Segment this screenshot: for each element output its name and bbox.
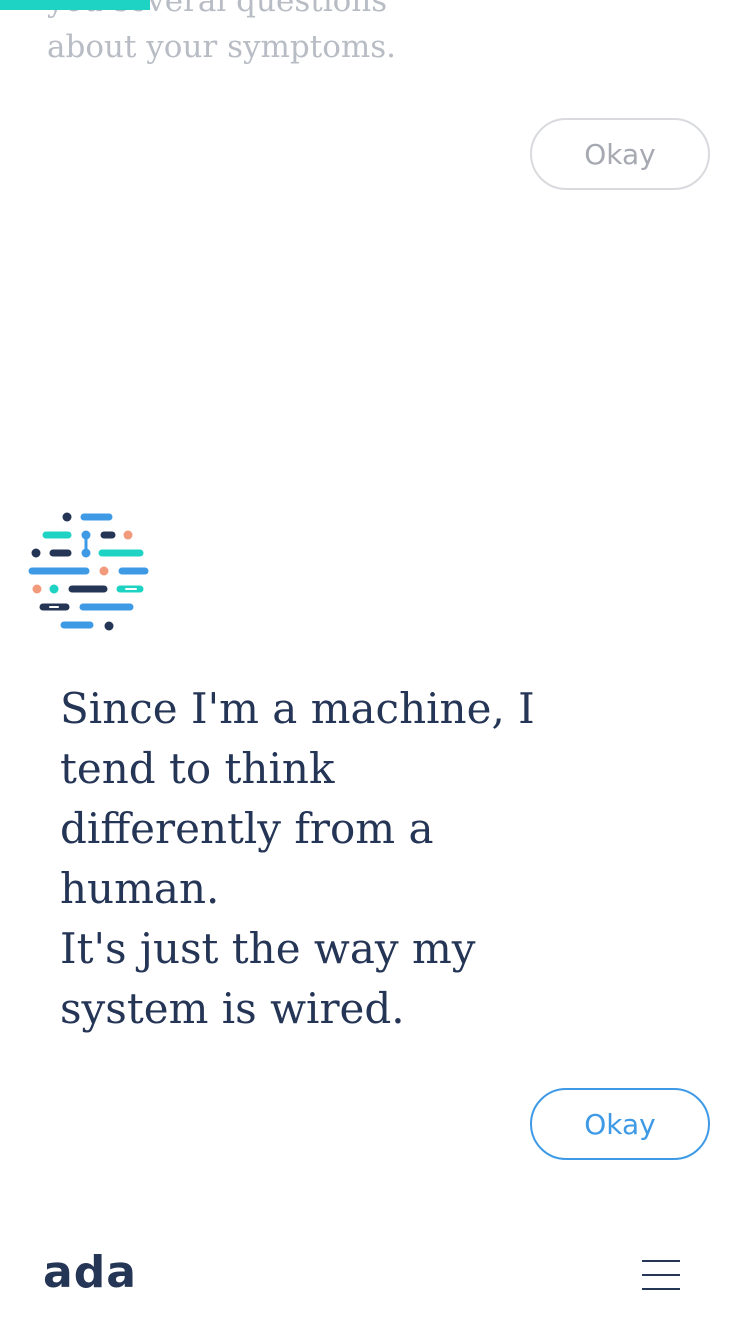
bot-message-line: system is wired.	[60, 984, 405, 1033]
hamburger-menu-icon[interactable]	[632, 1250, 692, 1300]
previous-okay-button[interactable]: Okay	[530, 118, 710, 190]
bot-message-line: It's just the way my	[60, 924, 476, 973]
ada-logo-icon	[28, 512, 149, 631]
bot-message-line: differently from a	[60, 804, 434, 853]
menu-line	[642, 1288, 680, 1290]
bot-message: Since I'm a machine, I tend to think dif…	[60, 679, 580, 1039]
bot-message-line: human.	[60, 864, 220, 913]
previous-message: you several questions about your symptom…	[47, 0, 607, 70]
progress-bar	[0, 0, 750, 10]
progress-fill	[0, 0, 150, 10]
previous-message-line: about your symptoms.	[47, 29, 397, 65]
chat-screen: you several questions about your symptom…	[0, 0, 750, 1334]
okay-button[interactable]: Okay	[530, 1088, 710, 1160]
menu-line	[642, 1274, 680, 1276]
bot-message-line: Since I'm a machine, I	[60, 684, 535, 733]
bot-message-line: tend to think	[60, 744, 335, 793]
menu-line	[642, 1260, 680, 1262]
ada-brand-logo: ada	[43, 1247, 137, 1298]
